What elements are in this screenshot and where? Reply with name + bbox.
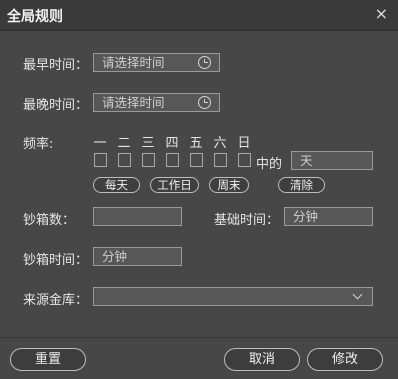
day-label-wed: 三	[141, 136, 155, 151]
day-label-thu: 四	[165, 136, 179, 151]
box-time-label: 钞箱时间：	[23, 253, 89, 268]
day-checkbox-sun[interactable]	[238, 153, 251, 167]
frequency-unit-value: 天	[300, 153, 313, 168]
source-vault-label: 来源金库：	[23, 293, 89, 308]
day-label-mon: 一	[93, 136, 107, 151]
box-time-input[interactable]: 分钟	[93, 247, 182, 266]
day-checkbox-mon[interactable]	[94, 153, 107, 167]
day-label-sun: 日	[237, 136, 251, 151]
base-time-value: 分钟	[293, 209, 319, 224]
day-checkbox-fri[interactable]	[190, 153, 203, 167]
day-checkbox-thu[interactable]	[166, 153, 179, 167]
earliest-time-label: 最早时间：	[23, 58, 89, 73]
latest-time-label: 最晚时间：	[23, 98, 89, 113]
day-checkbox-wed[interactable]	[142, 153, 155, 167]
preset-clear-button[interactable]: 清除	[278, 177, 325, 193]
day-label-sat: 六	[213, 136, 227, 151]
base-time-input[interactable]: 分钟	[284, 207, 373, 226]
close-icon[interactable]: ×	[375, 5, 388, 23]
box-time-value: 分钟	[102, 249, 128, 264]
day-checkbox-tue[interactable]	[118, 153, 131, 167]
day-checkbox-sat[interactable]	[214, 153, 227, 167]
latest-time-placeholder: 请选择时间	[102, 95, 165, 110]
day-label-tue: 二	[117, 136, 131, 151]
clock-icon[interactable]	[198, 56, 211, 69]
reset-button[interactable]: 重置	[10, 348, 86, 371]
source-vault-select[interactable]	[93, 287, 373, 306]
box-count-input[interactable]	[93, 207, 182, 226]
base-time-label: 基础时间：	[214, 213, 280, 228]
footer-divider	[0, 337, 398, 338]
day-label-fri: 五	[189, 136, 203, 151]
frequency-middle-label: 中的	[256, 157, 283, 172]
preset-everyday-button[interactable]: 每天	[93, 177, 140, 193]
title-bar: 全局规则 ×	[0, 0, 398, 31]
chevron-down-icon[interactable]	[352, 289, 363, 300]
dialog-title: 全局规则	[7, 9, 63, 25]
latest-time-input[interactable]: 请选择时间	[93, 93, 220, 112]
box-count-label: 钞箱数：	[23, 213, 76, 228]
earliest-time-input[interactable]: 请选择时间	[93, 53, 220, 72]
global-rules-dialog: 全局规则 × 最早时间： 请选择时间 最晚时间： 请选择时间 频率: 一 二 三…	[0, 0, 398, 379]
frequency-unit-input[interactable]: 天	[291, 151, 373, 170]
preset-weekend-button[interactable]: 周末	[209, 177, 249, 193]
clock-icon[interactable]	[198, 96, 211, 109]
earliest-time-placeholder: 请选择时间	[102, 55, 165, 70]
cancel-button[interactable]: 取消	[224, 348, 300, 371]
frequency-label: 频率:	[23, 137, 54, 152]
preset-workday-button[interactable]: 工作日	[150, 177, 199, 193]
modify-button[interactable]: 修改	[307, 348, 383, 371]
